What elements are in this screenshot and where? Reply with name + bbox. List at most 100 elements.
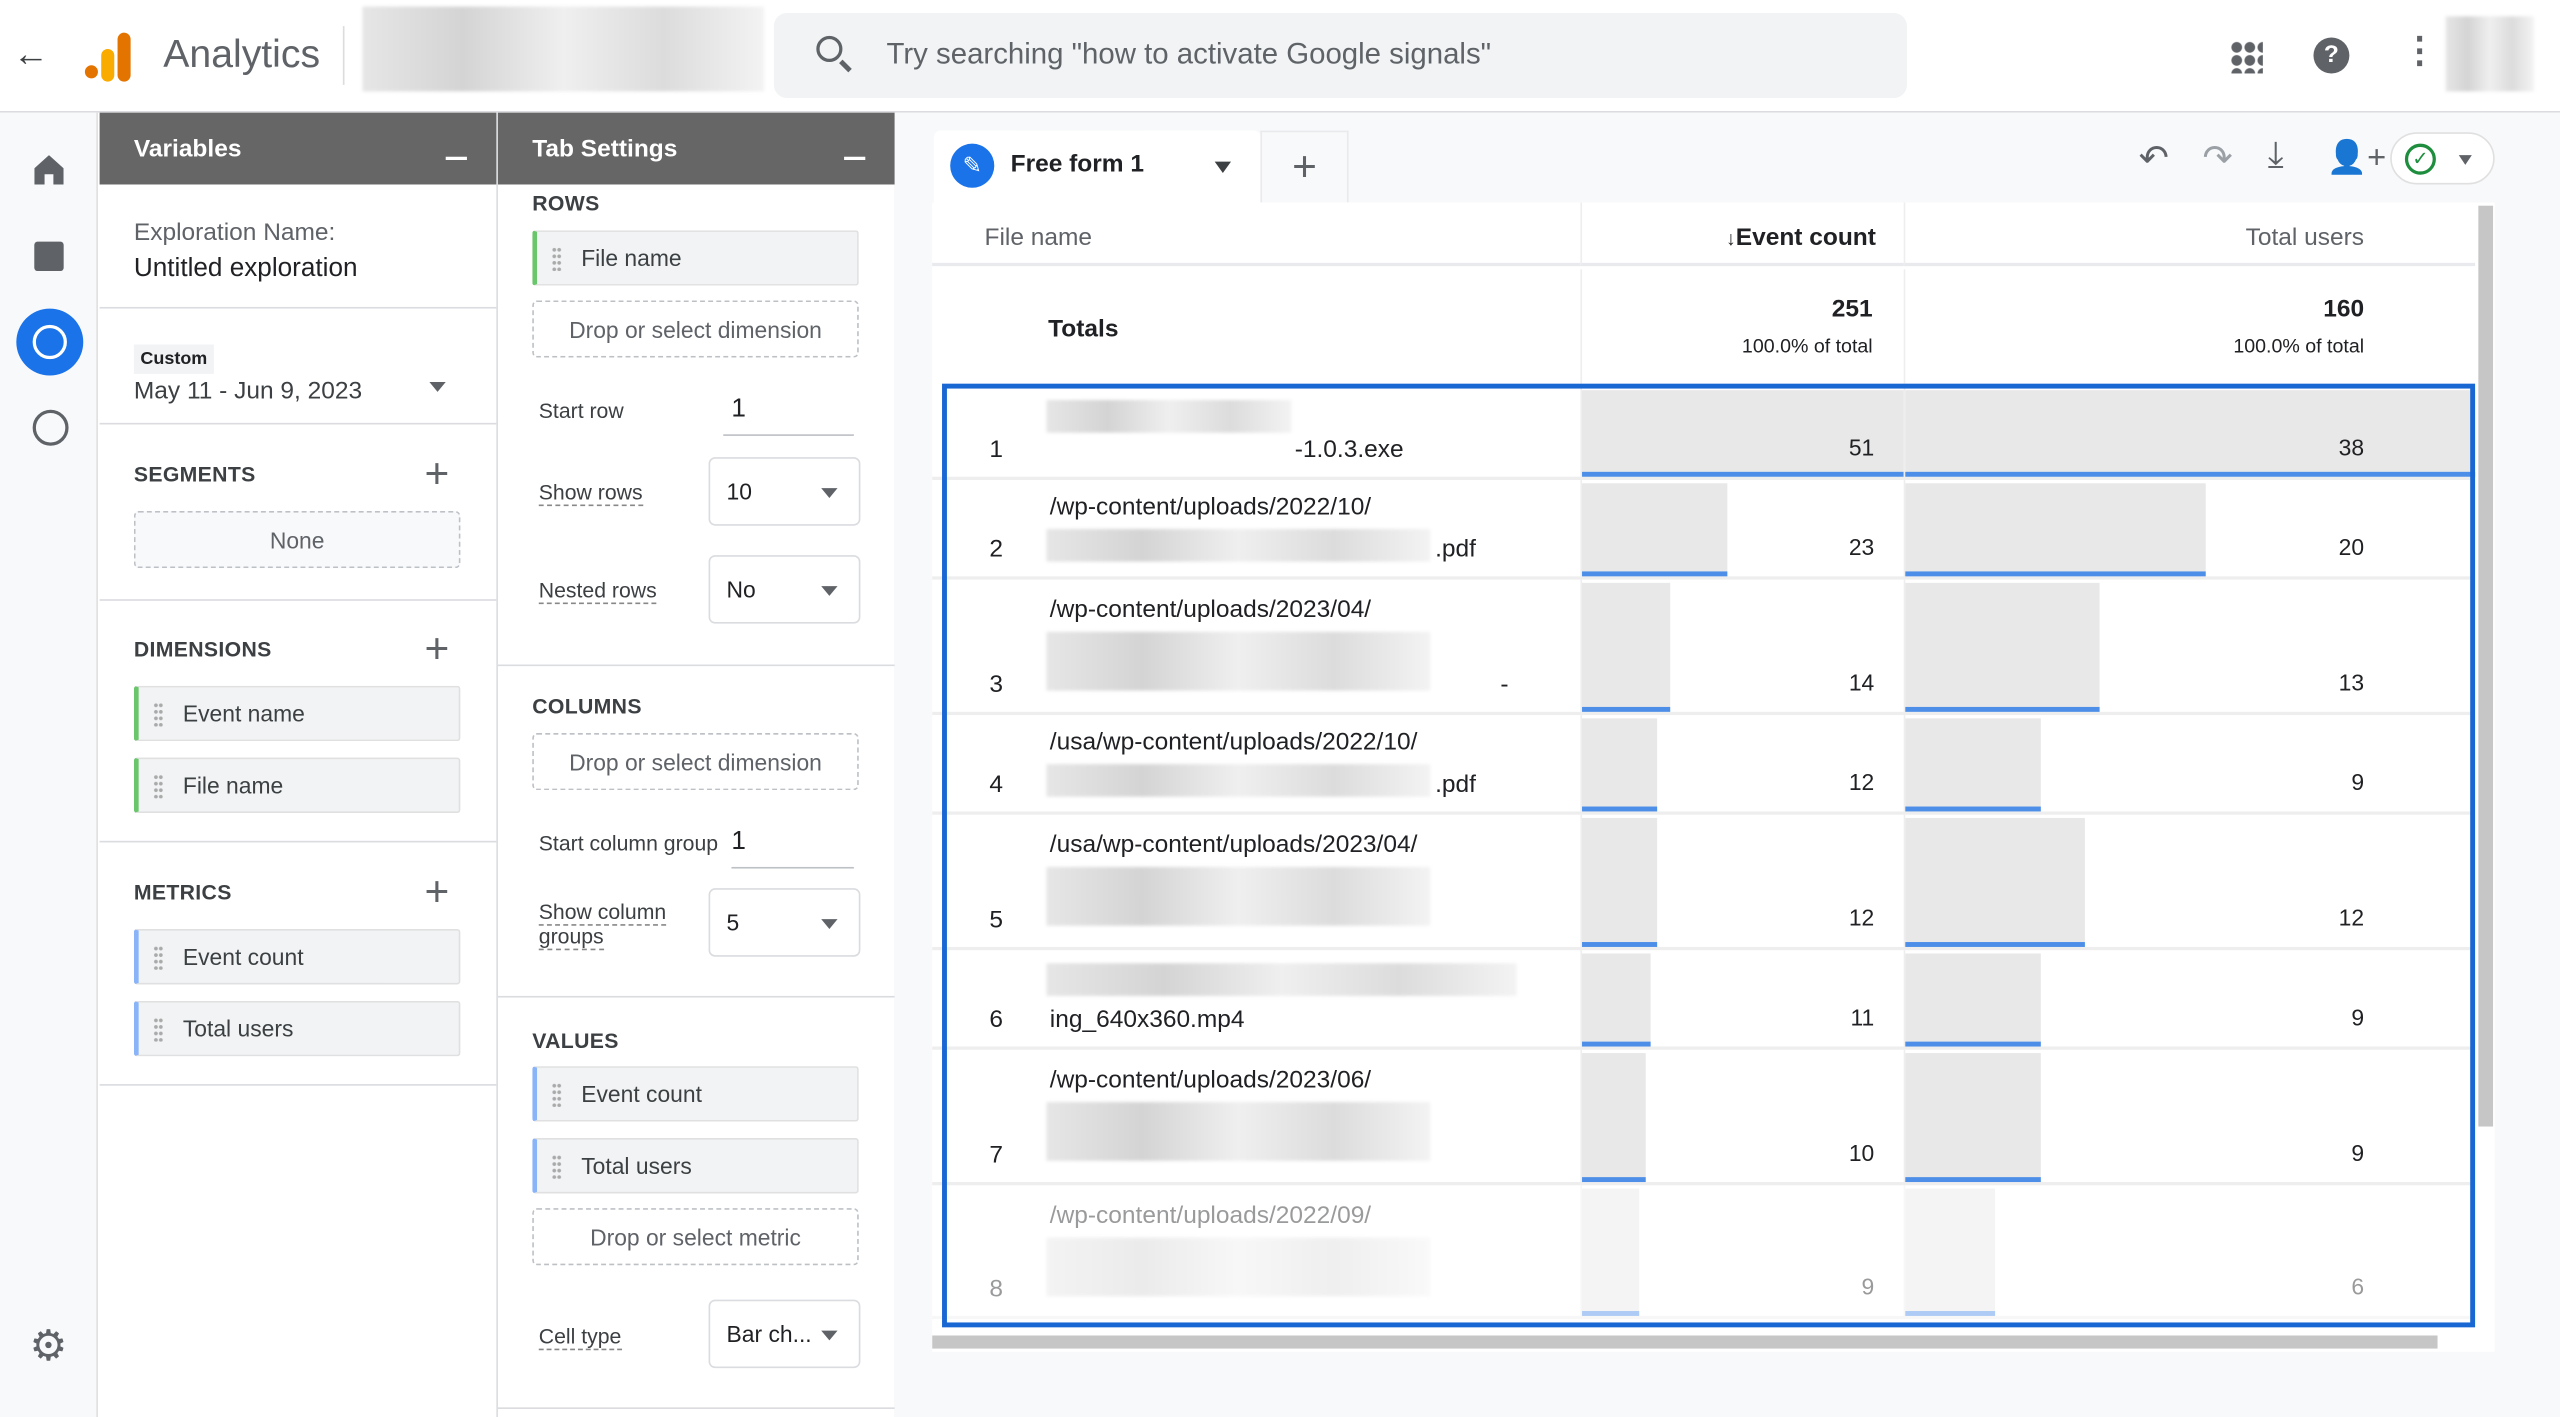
value-metric-chip[interactable]: Event count <box>532 1066 859 1122</box>
avatar[interactable] <box>2445 16 2534 92</box>
event-count-cell[interactable]: 12 <box>1580 715 1903 812</box>
total-users-cell[interactable]: 12 <box>1903 814 2475 947</box>
tab-free-form-1[interactable]: ✎ Free form 1 <box>933 130 1261 205</box>
table-row[interactable]: 4/usa/wp-content/uploads/2022/10/ .pdf 12 9 <box>932 715 2476 815</box>
dimension-chip[interactable]: Event name <box>133 685 461 742</box>
undo-icon[interactable]: ↶ <box>2139 137 2169 179</box>
table-row[interactable]: 1 -1.0.3.exe 51 38 <box>932 386 2476 480</box>
total-users-cell[interactable]: 38 <box>1903 386 2476 477</box>
event-count-cell[interactable]: 51 <box>1580 386 1904 477</box>
total-users-cell[interactable]: 9 <box>1903 1049 2475 1183</box>
drag-handle-icon[interactable] <box>551 246 562 272</box>
event-count-cell[interactable]: 23 <box>1580 479 1903 577</box>
download-icon[interactable]: ⤓ <box>2268 134 2284 176</box>
segments-none[interactable]: None <box>133 511 461 569</box>
file-name-path: /usa/wp-content/uploads/2022/10/ <box>1049 728 1418 756</box>
cell-type-select[interactable]: Bar ch... <box>708 1299 861 1369</box>
start-column-group-input[interactable]: 1 <box>731 828 854 869</box>
search-input[interactable]: Try searching "how to activate Google si… <box>773 13 1907 98</box>
minimize-icon[interactable] <box>844 156 866 160</box>
total-users-cell[interactable]: 9 <box>1903 950 2475 1047</box>
dropdown-arrow-icon <box>821 919 838 937</box>
column-header-file-name[interactable]: File name <box>932 202 1581 267</box>
drag-handle-icon[interactable] <box>153 1017 164 1042</box>
horizontal-scrollbar[interactable] <box>932 1335 2438 1349</box>
total-users-cell[interactable]: 6 <box>1903 1185 2475 1316</box>
share-user-icon[interactable]: 👤+ <box>2327 137 2387 178</box>
home-icon[interactable] <box>34 155 64 185</box>
event-count-cell[interactable]: 12 <box>1580 814 1903 947</box>
drop-dimension-columns[interactable]: Drop or select dimension <box>532 733 859 791</box>
drag-handle-icon[interactable] <box>153 945 164 970</box>
drop-metric[interactable]: Drop or select metric <box>532 1208 859 1266</box>
total-users-value: 6 <box>2351 1273 2365 1300</box>
total-users-value: 13 <box>2338 669 2365 696</box>
add-segment-icon[interactable]: + <box>424 452 449 494</box>
edit-pencil-icon[interactable]: ✎ <box>950 143 995 188</box>
event-count-bar <box>1582 718 1658 812</box>
apps-grid-icon[interactable] <box>2230 40 2263 74</box>
event-count-bar <box>1582 953 1652 1047</box>
tab-dropdown-icon[interactable] <box>1214 161 1232 182</box>
start-row-input[interactable]: 1 <box>723 395 854 436</box>
nested-rows-select[interactable]: No <box>708 555 861 624</box>
date-range-picker[interactable]: May 11 - Jun 9, 2023 <box>134 377 362 405</box>
add-tab-button[interactable]: + <box>1260 130 1349 203</box>
table-row[interactable]: 6 ing_640x360.mp4 11 9 <box>932 950 2476 1050</box>
back-arrow-icon[interactable]: ← <box>13 33 49 75</box>
metric-chip[interactable]: Event count <box>133 928 461 985</box>
advertising-icon[interactable] <box>32 409 69 446</box>
account-selector-redacted[interactable] <box>362 6 765 92</box>
file-name-suffix: -1.0.3.exe <box>1294 435 1404 464</box>
event-count-cell[interactable]: 9 <box>1580 1185 1903 1316</box>
explore-icon[interactable] <box>16 308 84 376</box>
add-dimension-icon[interactable]: + <box>424 627 449 669</box>
show-rows-select[interactable]: 10 <box>708 457 861 526</box>
table-row[interactable]: 3/wp-content/uploads/2023/04/ - 14 13 <box>932 579 2476 716</box>
drag-handle-icon[interactable] <box>153 702 164 727</box>
table-row[interactable]: 5/usa/wp-content/uploads/2023/04/12 12 <box>932 814 2476 951</box>
file-name-suffix: - <box>1500 671 1509 699</box>
event-count-bar <box>1582 817 1658 947</box>
drag-handle-icon[interactable] <box>551 1082 562 1107</box>
add-metric-icon[interactable]: + <box>424 870 449 912</box>
chevron-down-icon[interactable] <box>429 382 446 400</box>
column-header-event-count[interactable]: ↓Event count <box>1580 202 1904 267</box>
drag-handle-icon[interactable] <box>153 773 164 799</box>
table-row[interactable]: 2/wp-content/uploads/2022/10/ .pdf 23 20 <box>932 479 2476 580</box>
file-name-path: /wp-content/uploads/2022/09/ <box>1049 1201 1372 1230</box>
exploration-name-input[interactable]: Untitled exploration <box>134 255 358 284</box>
value-metric-chip[interactable]: Total users <box>532 1137 859 1194</box>
event-count-value: 12 <box>1848 768 1875 796</box>
event-count-cell[interactable]: 14 <box>1580 579 1903 712</box>
settings-gear-icon[interactable]: ⚙ <box>29 1321 67 1372</box>
redacted-file-name <box>1046 866 1431 926</box>
redacted-file-name <box>1046 1102 1431 1161</box>
drop-dimension-rows[interactable]: Drop or select dimension <box>532 300 859 358</box>
row-number: 8 <box>989 1275 1004 1303</box>
dimension-chip[interactable]: File name <box>133 757 461 814</box>
show-column-groups-select[interactable]: 5 <box>708 888 861 957</box>
event-count-value: 10 <box>1848 1139 1875 1166</box>
table-row[interactable]: 7/wp-content/uploads/2023/06/10 9 <box>932 1049 2476 1186</box>
save-status-button[interactable]: ✓ <box>2390 132 2495 185</box>
help-icon[interactable]: ? <box>2313 37 2350 74</box>
table-row[interactable]: 8/wp-content/uploads/2022/09/9 6 <box>932 1185 2476 1320</box>
row-dimension-chip[interactable]: File name <box>532 230 859 286</box>
minimize-icon[interactable] <box>445 156 467 160</box>
event-count-cell[interactable]: 10 <box>1580 1049 1903 1183</box>
more-vert-icon[interactable]: ⋮ <box>2402 29 2438 71</box>
row-number: 3 <box>989 671 1004 699</box>
vertical-scrollbar[interactable] <box>2478 205 2494 1127</box>
file-name-suffix: .pdf <box>1435 770 1476 799</box>
column-header-total-users[interactable]: Total users <box>1903 202 2476 267</box>
total-users-cell[interactable]: 13 <box>1903 579 2475 712</box>
event-count-cell[interactable]: 11 <box>1580 950 1903 1047</box>
redo-icon[interactable]: ↷ <box>2202 137 2232 179</box>
metric-chip[interactable]: Total users <box>133 1000 461 1057</box>
total-users-cell[interactable]: 20 <box>1903 479 2475 577</box>
tab-settings-header: Tab Settings <box>497 112 895 185</box>
total-users-cell[interactable]: 9 <box>1903 715 2475 812</box>
reports-icon[interactable] <box>34 241 64 272</box>
drag-handle-icon[interactable] <box>551 1154 562 1179</box>
